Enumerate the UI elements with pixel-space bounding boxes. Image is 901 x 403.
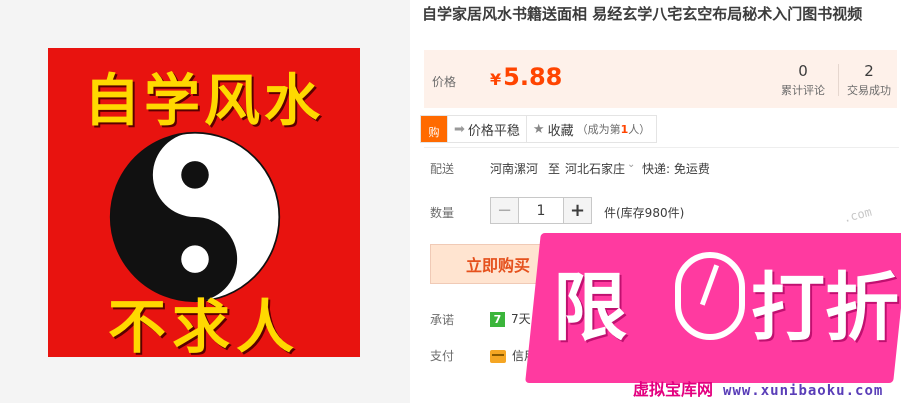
stat-transactions[interactable]: 2 交易成功: [839, 62, 899, 98]
price-trend-button[interactable]: ➡ 价格平稳: [447, 115, 527, 143]
yin-yang-icon: [109, 131, 281, 303]
product-gallery: 自学风水 不求人: [0, 0, 410, 403]
payment-label: 支付: [430, 349, 455, 363]
shipping-to-word: 至: [548, 162, 561, 176]
chevron-down-icon[interactable]: ⌄: [627, 159, 635, 170]
favorite-note: （成为第1人）: [577, 121, 651, 137]
promise-text: 7天: [511, 312, 531, 326]
price-amount: 5.88: [503, 63, 563, 91]
watermark-banner: .com 限 打折 虚拟宝库网 www.xunibaoku.com: [525, 205, 901, 403]
promise-label: 承诺: [430, 313, 455, 327]
watermark-discount-text: 打折: [751, 265, 899, 351]
credit-card-icon: [490, 350, 506, 363]
stat-transactions-count: 2: [864, 62, 874, 80]
arrow-right-icon: ➡: [454, 121, 465, 137]
price-value: ¥5.88: [490, 63, 562, 91]
shipping-express: 快递: 免运费: [642, 162, 710, 176]
product-page: 自学风水 不求人 自学家居风水书籍送面相 易经玄学八宅玄空布局秘术入门图书视频 …: [0, 0, 901, 403]
shopping-bag-icon[interactable]: 购: [420, 115, 448, 143]
watermark-site-name: 虚拟宝库网: [633, 380, 714, 399]
price-trend-label: 价格平稳: [467, 123, 520, 139]
stat-reviews-label: 累计评论: [781, 84, 825, 97]
watermark-site: 虚拟宝库网 www.xunibaoku.com: [633, 376, 883, 400]
stat-reviews-count: 0: [798, 62, 808, 80]
cover-title-text: 自学风水: [84, 69, 324, 134]
favorite-note-prefix: （成为第: [576, 123, 621, 136]
action-bar: 购 ➡ 价格平稳 ★ 收藏 （成为第1人）: [420, 115, 658, 143]
product-main-image[interactable]: 自学风水 不求人: [48, 48, 360, 361]
favorite-label: 收藏: [547, 123, 574, 139]
shipping-destination-select[interactable]: 河北石家庄: [565, 160, 625, 177]
shipping-from: 河南漯河: [490, 162, 539, 176]
favorite-note-suffix: 人）: [628, 123, 651, 136]
price-box: 价格 ¥5.88 0 累计评论 2 交易成功: [424, 50, 897, 108]
price-label: 价格: [432, 75, 457, 89]
watermark-site-url: www.xunibaoku.com: [723, 383, 884, 399]
quantity-label: 数量: [430, 206, 455, 220]
shipping-label: 配送: [430, 162, 455, 176]
favorite-button[interactable]: ★ 收藏 （成为第1人）: [525, 115, 658, 143]
stat-reviews[interactable]: 0 累计评论: [773, 62, 833, 98]
clock-icon: [675, 252, 745, 340]
star-icon: ★: [532, 121, 545, 137]
stat-transactions-label: 交易成功: [847, 84, 891, 97]
promise-item[interactable]: 7 7天: [490, 310, 531, 327]
quantity-decrease-button[interactable]: −: [491, 198, 518, 223]
product-title: 自学家居风水书籍送面相 易经玄学八宅玄空布局秘术入门图书视频: [422, 5, 863, 23]
seven-day-return-icon: 7: [490, 312, 505, 327]
currency-symbol: ¥: [490, 70, 502, 89]
watermark-limit-text: 限: [553, 265, 627, 351]
divider: [424, 147, 899, 148]
cover-subtitle-text: 不求人: [107, 293, 300, 361]
